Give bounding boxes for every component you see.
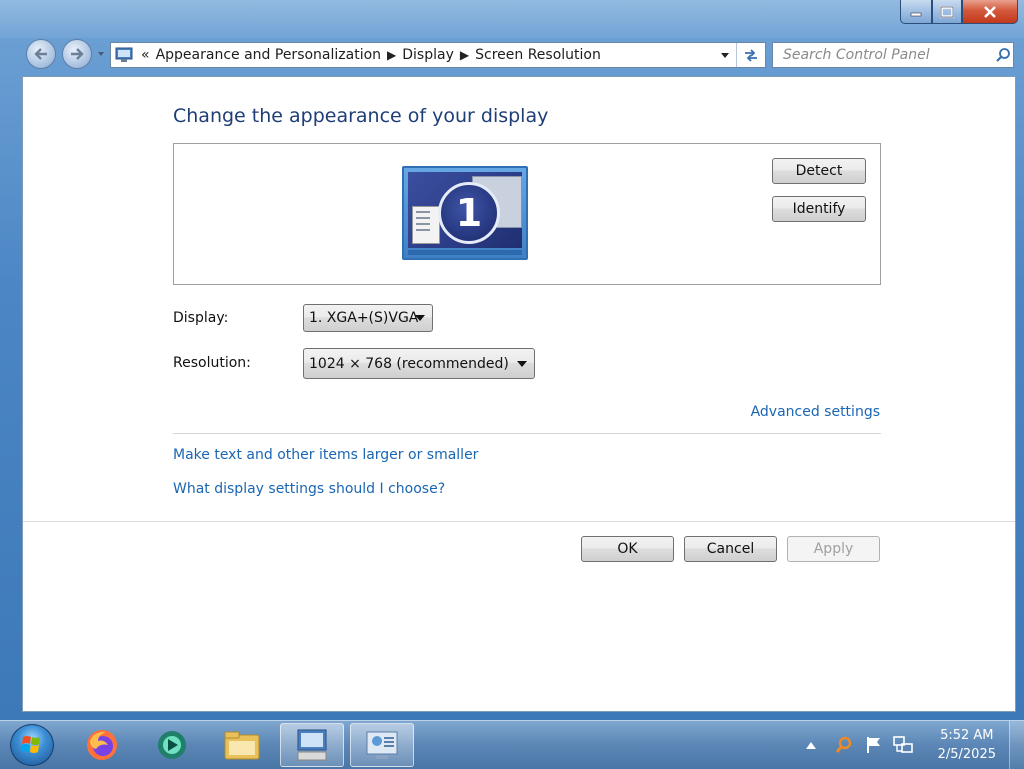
divider: [173, 433, 881, 434]
search-icon[interactable]: [995, 47, 1011, 63]
display-dropdown-value: 1. XGA+(S)VGA: [309, 310, 419, 326]
clock-time: 5:52 AM: [940, 728, 994, 743]
forward-arrow-icon: [71, 48, 84, 60]
taskbar-app[interactable]: [140, 723, 204, 767]
minimize-button[interactable]: [900, 0, 932, 24]
windows-logo-icon: [21, 736, 40, 753]
search-box[interactable]: [772, 42, 1014, 68]
system-clock[interactable]: 5:52 AM 2/5/2025: [938, 726, 996, 764]
ok-button[interactable]: OK: [581, 536, 674, 562]
back-arrow-icon: [34, 48, 47, 60]
taskbar-control-panel[interactable]: [280, 723, 344, 767]
control-panel-icon: [115, 47, 133, 62]
close-button[interactable]: [962, 0, 1018, 24]
apply-button[interactable]: Apply: [787, 536, 880, 562]
display-dropdown[interactable]: 1. XGA+(S)VGA: [303, 304, 433, 332]
breadcrumb-arrow-icon[interactable]: ▶: [387, 48, 396, 62]
forward-button[interactable]: [62, 39, 92, 69]
caption-buttons: [900, 0, 1018, 24]
display-settings-icon: [366, 731, 398, 759]
footer-divider: [23, 521, 1015, 522]
monitor-screen: 1: [408, 172, 522, 248]
advanced-settings-link[interactable]: Advanced settings: [751, 404, 880, 420]
breadcrumb-appearance[interactable]: Appearance and Personalization: [156, 47, 381, 63]
breadcrumb-screen-resolution[interactable]: Screen Resolution: [475, 47, 601, 63]
display-preview-area: 1 Detect Identify: [173, 143, 881, 285]
taskbar-display-settings[interactable]: [350, 723, 414, 767]
title-bar[interactable]: [0, 0, 1024, 38]
resolution-dropdown-value: 1024 × 768 (recommended): [309, 355, 509, 372]
breadcrumb-arrow-icon[interactable]: ▶: [460, 48, 469, 62]
explorer-icon: [224, 731, 260, 760]
taskbar: 5:52 AM 2/5/2025: [0, 720, 1024, 769]
resolution-dropdown[interactable]: 1024 × 768 (recommended): [303, 348, 535, 379]
network-icon[interactable]: [892, 735, 914, 755]
monitor-number-badge: 1: [438, 182, 500, 244]
action-center-flag-icon[interactable]: [864, 735, 884, 755]
back-button[interactable]: [26, 39, 56, 69]
control-panel-icon: [297, 729, 327, 761]
show-desktop-button[interactable]: [1009, 721, 1024, 769]
dropdown-arrow-icon: [517, 361, 527, 367]
recent-pages-dropdown-icon[interactable]: [96, 49, 106, 59]
taskbar-firefox[interactable]: [70, 723, 134, 767]
control-panel-window: « Appearance and Personalization ▶ Displ…: [0, 0, 1024, 720]
content-area: Change the appearance of your display 1 …: [22, 76, 1016, 712]
text-size-link[interactable]: Make text and other items larger or smal…: [173, 447, 478, 463]
maximize-icon: [940, 5, 954, 18]
minimize-icon: [910, 12, 922, 16]
taskbar-explorer[interactable]: [210, 723, 274, 767]
breadcrumb-overflow[interactable]: «: [141, 47, 150, 63]
firefox-icon: [87, 730, 117, 760]
show-hidden-icons-icon[interactable]: [804, 739, 818, 751]
address-bar[interactable]: « Appearance and Personalization ▶ Displ…: [110, 42, 766, 68]
address-history-dropdown-icon[interactable]: [719, 49, 731, 61]
maximize-button[interactable]: [932, 0, 962, 24]
dropdown-arrow-icon: [415, 315, 425, 321]
display-label: Display:: [173, 310, 229, 326]
mini-window-graphic: [412, 206, 440, 244]
cancel-button[interactable]: Cancel: [684, 536, 777, 562]
display-help-link[interactable]: What display settings should I choose?: [173, 481, 445, 497]
refresh-button[interactable]: [736, 43, 765, 67]
identify-button[interactable]: Identify: [772, 196, 866, 222]
monitor-stand: [408, 250, 522, 255]
breadcrumb-display[interactable]: Display: [402, 47, 454, 63]
search-input[interactable]: [781, 46, 995, 64]
clock-date: 2/5/2025: [937, 747, 996, 762]
app-icon: [158, 731, 186, 759]
close-icon: [984, 5, 996, 18]
start-button[interactable]: [10, 724, 54, 766]
resolution-label: Resolution:: [173, 355, 251, 371]
detect-button[interactable]: Detect: [772, 158, 866, 184]
page-title: Change the appearance of your display: [173, 105, 549, 127]
monitor-1-preview[interactable]: 1: [402, 166, 528, 260]
search-tray-icon[interactable]: [834, 735, 854, 755]
refresh-icon: [745, 49, 757, 62]
